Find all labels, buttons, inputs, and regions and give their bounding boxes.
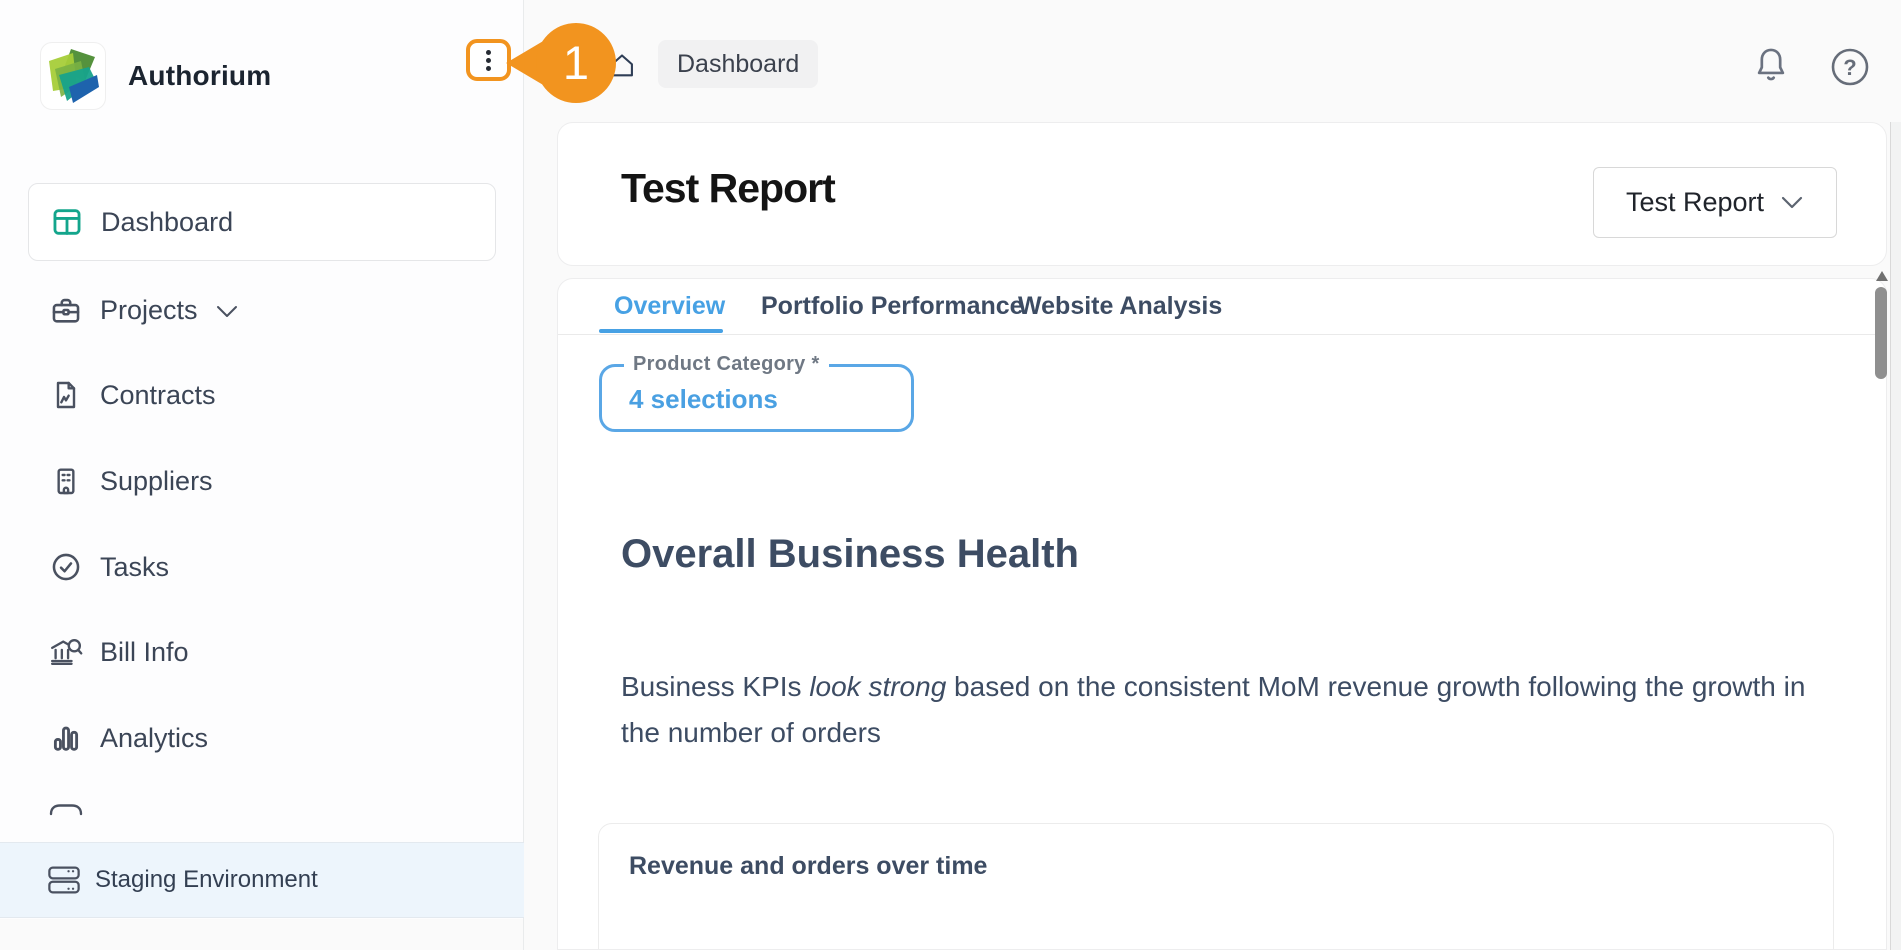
server-stack-icon [46, 864, 82, 896]
summary-emphasis: look strong [809, 671, 946, 702]
report-body-panel: Overview Portfolio Performance Website A… [557, 278, 1887, 950]
summary-text: Business KPIs [621, 671, 809, 702]
sidebar-item-label: Contracts [100, 380, 216, 411]
report-header-card: Test Report Test Report [557, 122, 1887, 266]
filter-selected-value: 4 selections [629, 384, 778, 415]
tab-bar: Overview Portfolio Performance Website A… [558, 279, 1886, 335]
sidebar-item-label: Dashboard [101, 207, 233, 238]
chevron-down-icon [216, 305, 238, 318]
svg-text:?: ? [1843, 55, 1856, 80]
sidebar-item-contracts[interactable]: Contracts [0, 364, 524, 426]
sidebar-item-label: Staging Environment [95, 866, 318, 894]
breadcrumb-label: Dashboard [677, 50, 799, 79]
section-heading: Overall Business Health [621, 532, 1079, 577]
help-icon[interactable]: ? [1830, 47, 1870, 87]
app-root: Authorium Dashboard [0, 0, 1901, 950]
sidebar-item-label: Projects [100, 295, 198, 326]
scrollbar-up-arrow[interactable] [1876, 271, 1888, 281]
building-icon [48, 463, 84, 499]
tab-overview[interactable]: Overview [614, 292, 725, 321]
check-circle-icon [48, 549, 84, 585]
authorium-logo [40, 42, 106, 110]
product-category-filter[interactable]: Product Category * 4 selections [599, 364, 914, 432]
sidebar: Authorium Dashboard [0, 0, 524, 950]
chevron-down-icon [1780, 195, 1804, 210]
kebab-dot [486, 50, 491, 55]
sidebar-item-label: Analytics [100, 723, 208, 754]
filter-label: Product Category * [624, 353, 829, 376]
brand-name: Authorium [128, 60, 271, 92]
summary-paragraph: Business KPIs look strong based on the c… [621, 664, 1806, 756]
sidebar-bottom-strip [0, 919, 523, 950]
tab-website-analysis[interactable]: Website Analysis [1018, 292, 1222, 321]
sidebar-item-analytics[interactable]: Analytics [0, 707, 524, 769]
report-selector-value: Test Report [1626, 187, 1764, 218]
chart-card-title: Revenue and orders over time [629, 852, 987, 881]
sidebar-item-label: Suppliers [100, 466, 213, 497]
page-title: Test Report [621, 165, 835, 212]
home-icon[interactable] [608, 50, 636, 82]
bar-chart-icon [48, 720, 84, 756]
tab-portfolio-performance[interactable]: Portfolio Performance [761, 292, 1024, 321]
sidebar-item-staging-environment[interactable]: Staging Environment [0, 842, 524, 918]
partially-visible-nav-icon [48, 802, 84, 816]
sidebar-item-tasks[interactable]: Tasks [0, 536, 524, 598]
revenue-orders-chart-card: Revenue and orders over time [598, 823, 1834, 950]
bank-search-icon [48, 634, 84, 670]
bell-icon[interactable] [1752, 43, 1790, 87]
active-tab-underline [599, 329, 723, 333]
kebab-menu-button[interactable] [466, 39, 511, 81]
sidebar-item-projects[interactable]: Projects [0, 279, 524, 341]
sidebar-item-bill-info[interactable]: Bill Info [0, 621, 524, 683]
dashboard-layout-icon [49, 204, 85, 240]
breadcrumb-dashboard[interactable]: Dashboard [658, 40, 818, 88]
report-selector-dropdown[interactable]: Test Report [1593, 167, 1837, 238]
briefcase-icon [48, 292, 84, 328]
sidebar-item-dashboard[interactable]: Dashboard [28, 183, 496, 261]
sidebar-item-label: Tasks [100, 552, 169, 583]
kebab-dot [486, 66, 491, 71]
sidebar-item-suppliers[interactable]: Suppliers [0, 450, 524, 512]
sidebar-item-label: Bill Info [100, 637, 189, 668]
window-edge-gutter [1891, 122, 1901, 950]
scrollbar-thumb[interactable] [1875, 287, 1887, 379]
annotation-step-number: 1 [563, 36, 589, 89]
kebab-dot [486, 58, 491, 63]
contract-document-icon [48, 377, 84, 413]
authorium-logo-icon [45, 47, 101, 105]
